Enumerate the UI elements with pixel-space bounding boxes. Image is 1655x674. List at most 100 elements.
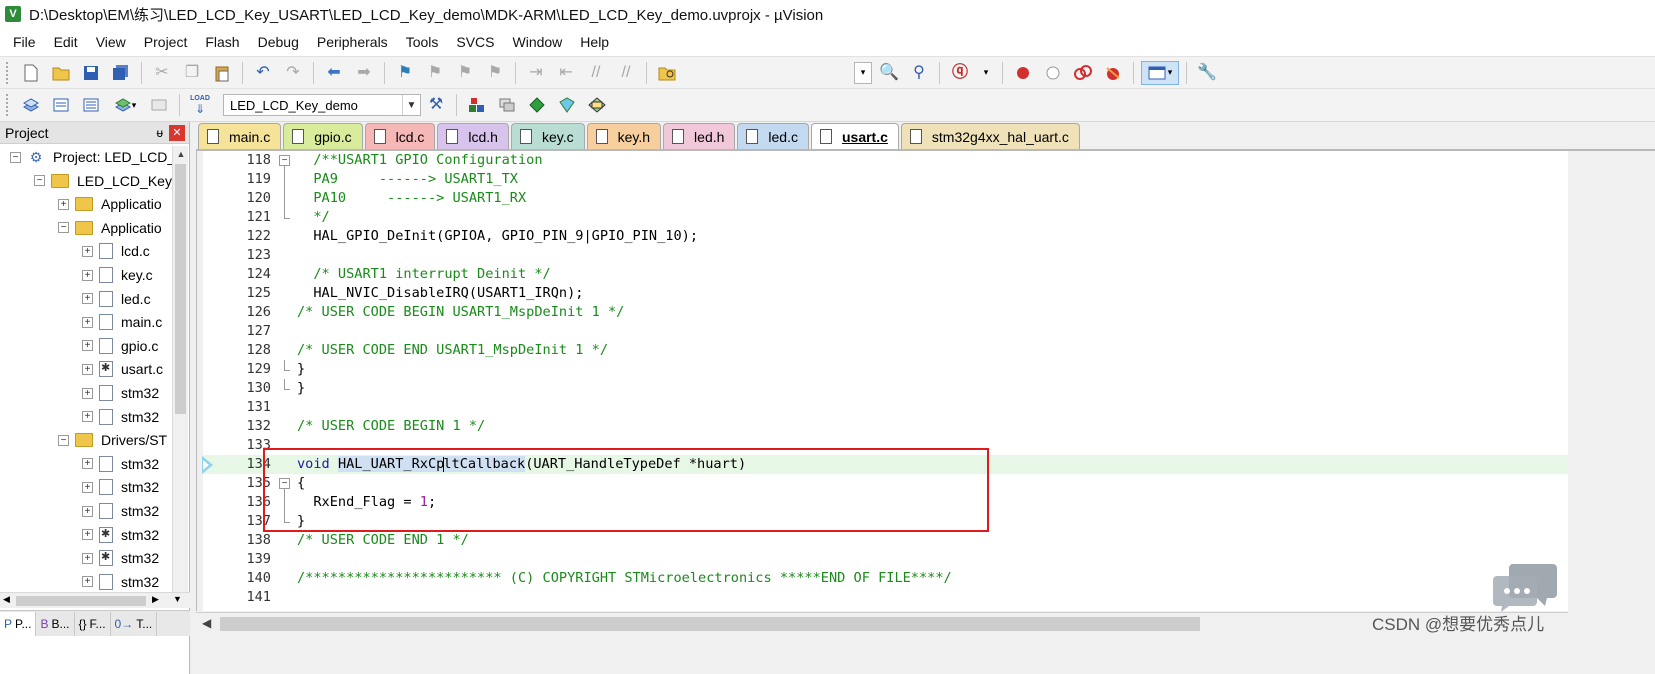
code-line[interactable]: 131 <box>203 398 1568 417</box>
scroll-right-icon[interactable]: ▶ <box>152 594 159 605</box>
tab-functions[interactable]: {} F... <box>75 611 111 636</box>
tree-item[interactable]: + stm32 <box>82 453 159 475</box>
tab-gpio-c[interactable]: gpio.c <box>283 123 363 149</box>
expand-icon[interactable]: + <box>82 505 93 517</box>
tab-books[interactable]: B B... <box>36 611 75 636</box>
find-icon[interactable]: 🔍 <box>876 61 902 85</box>
tree-item[interactable]: + gpio.c <box>82 335 158 357</box>
menu-help[interactable]: Help <box>571 28 618 56</box>
expand-icon[interactable]: + <box>82 293 93 305</box>
tree-item[interactable]: + usart.c <box>82 358 163 380</box>
indent-icon[interactable]: ⇥ <box>523 61 549 85</box>
tree-item[interactable]: + stm32 <box>82 500 159 522</box>
tree-item[interactable]: + stm32 <box>82 571 159 593</box>
close-icon[interactable]: ✕ <box>169 124 185 141</box>
expand-icon[interactable]: + <box>82 269 93 281</box>
tree-item[interactable]: + key.c <box>82 264 153 286</box>
line-number[interactable]: 130 <box>203 379 271 398</box>
tab-stm32g4xx-hal-uart-c[interactable]: stm32g4xx_hal_uart.c <box>900 123 1080 149</box>
rebuild-icon[interactable] <box>78 93 104 117</box>
tab-led-c[interactable]: led.c <box>737 123 809 149</box>
software-components-icon[interactable] <box>584 93 610 117</box>
menu-edit[interactable]: Edit <box>45 28 87 56</box>
scroll-down-icon[interactable]: ▼ <box>173 594 182 604</box>
line-number[interactable]: 120 <box>203 189 271 208</box>
line-number[interactable]: 139 <box>203 550 271 569</box>
line-number[interactable]: 141 <box>203 588 271 607</box>
line-number[interactable]: 138 <box>203 531 271 550</box>
pin-icon[interactable]: ᵾ <box>156 126 163 140</box>
expand-icon[interactable]: + <box>82 340 93 352</box>
undo-icon[interactable]: ↶ <box>250 61 276 85</box>
collapse-icon[interactable]: − <box>58 222 69 234</box>
line-number[interactable]: 132 <box>203 417 271 436</box>
collapse-icon[interactable]: − <box>58 434 69 446</box>
fold-collapse-icon[interactable]: − <box>279 155 290 166</box>
expand-icon[interactable]: + <box>58 198 69 210</box>
expand-icon[interactable]: + <box>82 481 93 493</box>
line-number[interactable]: 140 <box>203 569 271 588</box>
line-number[interactable]: 121 <box>203 208 271 227</box>
line-number[interactable]: 136 <box>203 493 271 512</box>
code-line[interactable]: 128 /* USER CODE END USART1_MspDeInit 1 *… <box>203 341 1568 360</box>
tab-usart-c[interactable]: usart.c <box>810 123 899 149</box>
scroll-left-icon[interactable]: ◀ <box>202 616 211 630</box>
line-number[interactable]: 123 <box>203 246 271 265</box>
options-for-target-icon[interactable]: ⚒ <box>423 93 449 117</box>
menu-window[interactable]: Window <box>504 28 572 56</box>
prev-bookmark-icon[interactable]: ⚑ <box>422 61 448 85</box>
line-number[interactable]: 129 <box>203 360 271 379</box>
manage-project-items-icon[interactable] <box>464 93 490 117</box>
line-number[interactable]: 125 <box>203 284 271 303</box>
paste-icon[interactable] <box>209 61 235 85</box>
code-line[interactable]: 118− /**USART1 GPIO Configuration <box>203 151 1568 170</box>
code-line[interactable]: 126 /* USER CODE BEGIN USART1_MspDeInit 1… <box>203 303 1568 322</box>
code-editor[interactable]: 118− /**USART1 GPIO Configuration 119 PA9… <box>196 151 1568 611</box>
find-in-files-icon[interactable] <box>654 61 680 85</box>
select-packs-icon[interactable] <box>524 93 550 117</box>
copy-icon[interactable]: ❐ <box>179 61 205 85</box>
line-number[interactable]: 134 <box>203 455 271 474</box>
code-line[interactable]: 138 /* USER CODE END 1 */ <box>203 531 1568 550</box>
menu-debug[interactable]: Debug <box>249 28 308 56</box>
translate-icon[interactable] <box>18 93 44 117</box>
save-all-icon[interactable] <box>108 61 134 85</box>
code-line[interactable]: 122 HAL_GPIO_DeInit(GPIOA, GPIO_PIN_9|GP… <box>203 227 1568 246</box>
open-folder-icon[interactable] <box>48 61 74 85</box>
expand-icon[interactable]: + <box>82 576 93 588</box>
tab-key-c[interactable]: key.c <box>510 123 585 149</box>
menu-peripherals[interactable]: Peripherals <box>308 28 397 56</box>
tab-templates[interactable]: 0→ T... <box>111 611 158 636</box>
menu-file[interactable]: File <box>4 28 45 56</box>
uncomment-icon[interactable]: /‌/ <box>613 61 639 85</box>
scroll-up-icon[interactable]: ▲ <box>173 146 189 162</box>
tab-main-c[interactable]: main.c <box>198 123 282 149</box>
scroll-thumb[interactable] <box>16 596 146 606</box>
menu-flash[interactable]: Flash <box>196 28 248 56</box>
code-line[interactable]: 130} <box>203 379 1568 398</box>
tree-item[interactable]: + lcd.c <box>82 240 150 262</box>
tree-item[interactable]: − LED_LCD_Key_ <box>34 170 172 192</box>
menu-view[interactable]: View <box>87 28 135 56</box>
tree-item[interactable]: + stm32 <box>82 524 159 546</box>
tree-item[interactable]: + stm32 <box>82 406 159 428</box>
code-line[interactable]: 125 HAL_NVIC_DisableIRQ(USART1_IRQn); <box>203 284 1568 303</box>
tree-item[interactable]: − ⚙ Project: LED_LCD_ <box>10 146 172 168</box>
tree-item[interactable]: − Drivers/ST <box>58 429 167 451</box>
line-number[interactable]: 131 <box>203 398 271 417</box>
tree-item[interactable]: + Applicatio <box>58 193 162 215</box>
incremental-find-icon[interactable]: ⚲ <box>906 61 932 85</box>
menu-svcs[interactable]: SVCS <box>447 28 503 56</box>
kill-breakpoints-icon[interactable] <box>1100 61 1126 85</box>
menu-tools[interactable]: Tools <box>397 28 448 56</box>
comment-icon[interactable]: // <box>583 61 609 85</box>
select-target-dropdown[interactable]: LED_LCD_Key_demo ▼ <box>223 94 421 116</box>
line-number[interactable]: 133 <box>203 436 271 455</box>
code-line[interactable]: 124 /* USART1 interrupt Deinit */ <box>203 265 1568 284</box>
pack-installer-icon[interactable] <box>554 93 580 117</box>
code-line[interactable]: 139 <box>203 550 1568 569</box>
disable-breakpoints-icon[interactable] <box>1070 61 1096 85</box>
code-line[interactable]: 120 PA10 ------> USART1_RX <box>203 189 1568 208</box>
line-number[interactable]: 135 <box>203 474 271 493</box>
new-file-icon[interactable] <box>18 61 44 85</box>
